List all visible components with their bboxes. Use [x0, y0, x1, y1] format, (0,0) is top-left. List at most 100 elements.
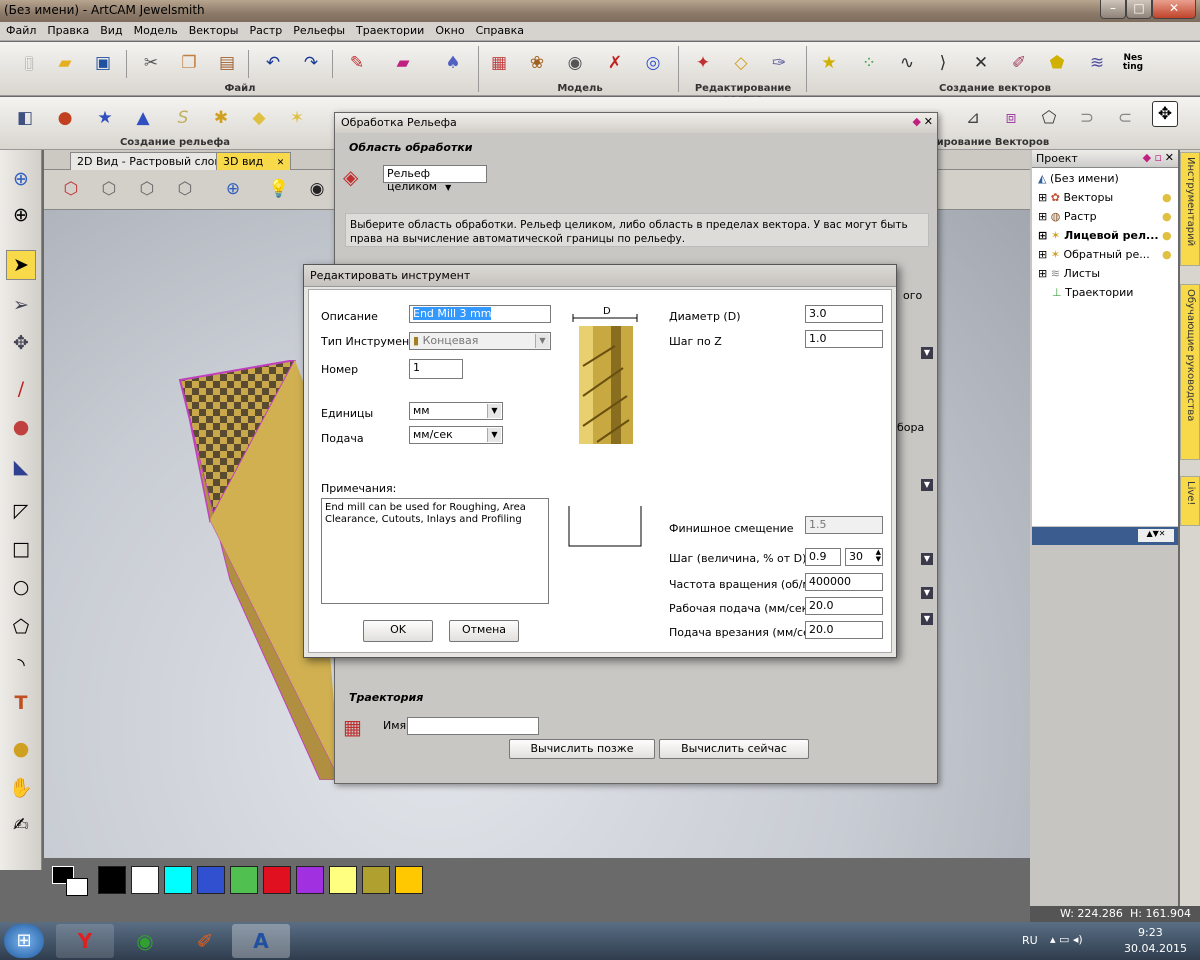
menu-model[interactable]: Модель [128, 22, 183, 37]
grayscale-icon[interactable]: ◉ [562, 50, 588, 76]
close-button[interactable]: ✕ [1152, 0, 1196, 19]
save-icon[interactable]: ▣ [90, 50, 116, 76]
color-swatch-olive[interactable] [362, 866, 390, 894]
node-vector-icon[interactable]: ⁘ [856, 50, 882, 76]
area-select[interactable]: Рельеф целиком ▼ [383, 165, 487, 193]
expand-arrow-icon[interactable]: ▼ [921, 347, 933, 359]
undo-icon[interactable]: ↶ [260, 50, 286, 76]
cut-icon[interactable]: ✂ [138, 50, 164, 76]
paint-icon[interactable]: ✗ [602, 50, 628, 76]
tree-item-back-relief[interactable]: ⊞ ✶ Обратный ре... [1038, 248, 1150, 261]
menu-raster[interactable]: Растр [243, 22, 287, 37]
maximize-button[interactable]: □ [1126, 0, 1152, 19]
tab-3d-view[interactable]: 3D вид ✕ [216, 152, 292, 170]
raster-edit-3-icon[interactable]: ✑ [766, 50, 792, 76]
relief-dialog-close-icon[interactable]: ✕ [924, 115, 933, 128]
relief-wizard-icon[interactable]: ✶ [284, 105, 310, 131]
zoom-left-icon[interactable]: ⊕ [6, 164, 36, 194]
fill-icon[interactable]: ◣ [6, 452, 36, 482]
raster-edit-2-icon[interactable]: ◇ [728, 50, 754, 76]
stepdown-input[interactable]: 1.0 [805, 330, 883, 348]
side-view-icon[interactable]: ⬡ [134, 176, 160, 202]
star-vector-icon[interactable]: ★ [816, 50, 842, 76]
light-icon[interactable]: 💡 [266, 176, 292, 202]
units-select[interactable]: мм ▼ [409, 402, 503, 420]
stepover-percent-input[interactable]: 30 ▲ ▼ [845, 548, 883, 566]
visibility-bulb-icon[interactable]: ● [1162, 210, 1172, 223]
edit-vector-5-icon[interactable]: ⊂ [1112, 105, 1138, 131]
cancel-button[interactable]: Отмена [449, 620, 519, 642]
redo-icon[interactable]: ↷ [298, 50, 324, 76]
paste-icon[interactable]: ▤ [214, 50, 240, 76]
notes-textarea[interactable]: End mill can be used for Roughing, Area … [321, 498, 549, 604]
color-swatch-red[interactable] [263, 866, 291, 894]
shape-vector-icon[interactable]: ⬟ [1044, 50, 1070, 76]
node-edit-icon[interactable]: ➢ [6, 290, 36, 320]
arc-left-icon[interactable]: ◝ [6, 650, 36, 680]
transform-left-icon[interactable]: ✥ [6, 328, 36, 358]
nesting-icon[interactable]: Nes ting [1120, 50, 1146, 76]
feed-rate-input[interactable]: 20.0 [805, 597, 883, 615]
top-view-icon[interactable]: ⬡ [172, 176, 198, 202]
tool-type-select[interactable]: ▮ Концевая ▼ [409, 332, 551, 350]
expand-arrow-icon[interactable]: ▼ [921, 479, 933, 491]
color-swatch-lightyellow[interactable] [329, 866, 357, 894]
mesh-icon[interactable]: ◎ [640, 50, 666, 76]
side-tab-live[interactable]: Live! [1180, 476, 1200, 526]
edit-vector-3-icon[interactable]: ⬠ [1036, 105, 1062, 131]
menu-file[interactable]: Файл [0, 22, 41, 37]
book-icon[interactable]: ▰ [390, 50, 416, 76]
tree-item-raster[interactable]: ⊞ ◍ Растр [1038, 210, 1097, 223]
color-swatch-green[interactable] [230, 866, 258, 894]
polygon-icon[interactable]: ⬠ [6, 612, 36, 642]
edit-vector-1-icon[interactable]: ⊿ [960, 105, 986, 131]
menu-view[interactable]: Вид [94, 22, 127, 37]
expand-arrow-icon[interactable]: ▼ [921, 553, 933, 565]
feed-units-select[interactable]: мм/сек ▼ [409, 426, 503, 444]
color-swatch-blue[interactable] [197, 866, 225, 894]
move-icon[interactable]: ✥ [1152, 101, 1178, 127]
language-indicator[interactable]: RU [1022, 934, 1038, 947]
text-icon[interactable]: T [6, 688, 36, 718]
tree-item-vectors[interactable]: ⊞ ✿ Векторы [1038, 191, 1113, 204]
sculpt-icon[interactable]: ✋ [6, 772, 36, 802]
polyline-icon[interactable]: ◸ [6, 496, 36, 526]
menu-help[interactable]: Справка [470, 22, 529, 37]
relief-shape-icon[interactable]: ● [52, 105, 78, 131]
tray-icons[interactable]: ▴ ▭ ◂) [1050, 933, 1083, 946]
calculate-later-button[interactable]: Вычислить позже [509, 739, 655, 759]
relief-layers-icon[interactable]: ◧ [12, 105, 38, 131]
color-swatch-cyan[interactable] [164, 866, 192, 894]
model-size-icon[interactable]: ▦ [486, 50, 512, 76]
diameter-input[interactable]: 3.0 [805, 305, 883, 323]
ok-button[interactable]: OK [363, 620, 433, 642]
spindle-speed-input[interactable]: 400000 [805, 573, 883, 591]
description-input[interactable]: End Mill 3 mm [409, 305, 551, 323]
relief-s-icon[interactable]: S [170, 105, 196, 131]
pencil-icon[interactable]: / [6, 374, 36, 404]
paint-bucket-icon[interactable]: ● [6, 412, 36, 442]
measure-icon[interactable]: ✍ [6, 810, 36, 840]
visibility-bulb-icon[interactable]: ● [1162, 191, 1172, 204]
relief-plane-icon[interactable]: ◆ [246, 105, 272, 131]
taskbar-paint-icon[interactable]: ✐ [176, 924, 234, 958]
transform-icon[interactable]: ✕ [968, 50, 994, 76]
menu-vectors[interactable]: Векторы [183, 22, 244, 37]
stepover-input[interactable]: 0.9 [805, 548, 841, 566]
menu-window[interactable]: Окно [429, 22, 469, 37]
menu-toolpaths[interactable]: Траектории [350, 22, 429, 37]
rectangle-icon[interactable]: □ [6, 534, 36, 564]
front-view-icon[interactable]: ⬡ [96, 176, 122, 202]
plunge-rate-input[interactable]: 20.0 [805, 621, 883, 639]
visibility-bulb-icon[interactable]: ● [1162, 229, 1172, 242]
minimize-button[interactable]: – [1100, 0, 1126, 19]
tree-item-sheets[interactable]: ⊞ ≋ Листы [1038, 267, 1100, 280]
color-swatch-black[interactable] [98, 866, 126, 894]
edit-vector-4-icon[interactable]: ⊃ [1074, 105, 1100, 131]
side-tab-toolbox[interactable]: Инструментарий [1180, 152, 1200, 266]
relief-dialog-pin-icon[interactable]: ◆ [913, 115, 921, 128]
open-folder-icon[interactable]: ▰ [52, 50, 78, 76]
raster-edit-1-icon[interactable]: ✦ [690, 50, 716, 76]
stack-vector-icon[interactable]: ≋ [1084, 50, 1110, 76]
expand-arrow-icon[interactable]: ▼ [921, 613, 933, 625]
